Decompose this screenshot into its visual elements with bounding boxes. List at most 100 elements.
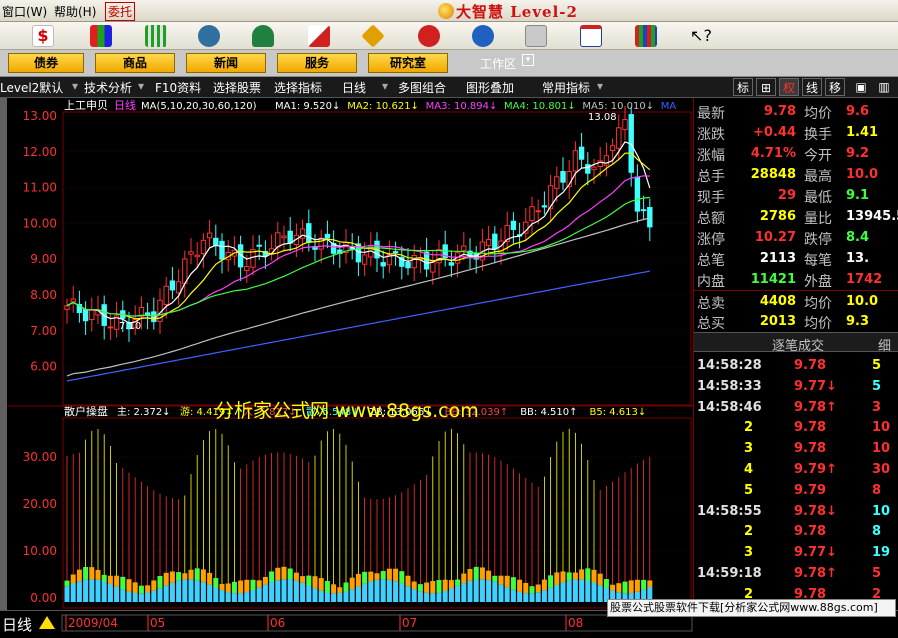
indicator-volume-bar (312, 588, 318, 602)
menu-window[interactable]: 窗口(W) (2, 3, 47, 20)
tick-detail-tab[interactable]: 细 (878, 335, 891, 354)
indicator-overlay-bar (318, 578, 324, 591)
chart-svg: 上工申贝 日线 MA(5,10,20,30,60,120) MA1: 9.520… (7, 98, 693, 609)
kline-chart-area[interactable]: 上工申贝 日线 MA(5,10,20,30,60,120) MA1: 9.520… (7, 98, 693, 610)
tick-row[interactable]: 2 9.78 8 (694, 521, 898, 542)
indicator-overlay-bar (597, 573, 603, 586)
tick-row[interactable]: 14:58:55 9.78↓ 10 (694, 501, 898, 522)
workzone-dropdown-icon[interactable]: ▾ (522, 54, 534, 66)
tick-row[interactable]: 14:58:33 9.77↓ 5 (694, 376, 898, 397)
left-side-tab-strip[interactable] (0, 98, 7, 610)
tab-overlay[interactable]: 图形叠加 (466, 79, 514, 96)
quote-label: 今开 (804, 148, 832, 164)
footer-ad-link[interactable]: 股票公式股票软件下载[分析家公式网www.88gs.com] (607, 599, 896, 617)
indicator-overlay-bar (287, 568, 293, 580)
quote-board-icon[interactable] (90, 25, 112, 47)
indicator-volume-bar (473, 579, 479, 602)
goods-button[interactable]: 商品 (95, 53, 175, 73)
help-pointer-icon[interactable]: ↖? (690, 25, 712, 47)
diamond-icon[interactable] (361, 24, 385, 48)
indicator-volume-bar (188, 579, 194, 602)
indicator-volume-bar (70, 583, 76, 602)
tab-daily[interactable]: 日线 (342, 79, 366, 96)
indicator-overlay-bar (393, 568, 399, 582)
tick-row[interactable]: 3 9.78 10 (694, 438, 898, 459)
document-icon[interactable] (525, 25, 547, 47)
tick-volume: 10 (872, 420, 891, 436)
right-tab-lock-icon[interactable]: ▣ (851, 78, 871, 96)
record-icon[interactable] (418, 25, 440, 47)
bond-button[interactable]: 债券 (8, 53, 84, 73)
indicator-overlay-bar (424, 582, 430, 593)
indicator-tick-label: 10.00 (23, 544, 57, 558)
indicator-overlay-bar (380, 571, 386, 580)
tab-multi-chart[interactable]: 多图组合 (398, 79, 446, 96)
candle-body (485, 239, 492, 246)
tab-f10[interactable]: F10资料 (155, 79, 201, 96)
tick-row[interactable]: 14:58:46 9.78↑ 3 (694, 397, 898, 418)
tick-row[interactable]: 3 9.77↓ 19 (694, 542, 898, 563)
indicator-volume-bar (442, 590, 448, 602)
menu-help[interactable]: 帮助(H) (54, 3, 96, 20)
kline-period: 日线 (114, 98, 136, 112)
bar-chart-icon[interactable] (145, 25, 167, 47)
quote-value: +0.44 (753, 125, 796, 140)
tick-volume: 8 (872, 524, 882, 540)
indicator-volume-bar (293, 580, 299, 602)
quote-value: 1.41 (846, 125, 879, 140)
indicator-overlay-bar (467, 569, 473, 581)
quote-value: 9.1 (846, 188, 870, 203)
dollar-icon[interactable]: $ (32, 25, 54, 47)
tab-level2-default[interactable]: Level2默认 (0, 79, 63, 96)
candle-body (206, 232, 213, 239)
right-tab-mark[interactable]: 标 (733, 78, 753, 96)
indicator-overlay-bar (225, 583, 231, 593)
books-icon[interactable] (635, 25, 657, 47)
workzone-label[interactable]: 工作区 (480, 55, 516, 72)
tick-row[interactable]: 4 9.79↑ 30 (694, 459, 898, 480)
quote-row: 总买 2013 均价 9.3 (694, 311, 898, 332)
indicator-overlay-bar (442, 579, 448, 591)
right-tab-grid[interactable]: ⊞ (756, 78, 776, 96)
quote-label: 内盘 (697, 274, 725, 290)
right-tab-menu-icon[interactable]: ▥ (874, 78, 894, 96)
ie-browser-icon[interactable] (472, 25, 494, 47)
indicator-volume-bar (95, 579, 101, 602)
brand-logo-icon (438, 3, 454, 19)
indicator-volume-bar (318, 590, 324, 602)
indicator-volume-bar (169, 582, 175, 602)
window-icon[interactable] (580, 25, 602, 47)
report-icon[interactable] (308, 25, 330, 47)
indicator-volume-bar (64, 586, 70, 602)
quote-label: 最低 (804, 190, 832, 206)
quote-value: 13. (846, 251, 870, 266)
tick-row[interactable]: 5 9.79 8 (694, 480, 898, 501)
indicator-overlay-bar (281, 566, 287, 580)
right-tab-move[interactable]: 移 (825, 78, 845, 96)
indicator-volume-bar (138, 593, 144, 602)
right-tab-line[interactable]: 线 (802, 78, 822, 96)
tab-technical-analysis[interactable]: 技术分析 (84, 79, 132, 96)
tick-row[interactable]: 14:58:28 9.78 5 (694, 355, 898, 376)
right-tab-rights[interactable]: 权 (779, 78, 799, 96)
binoculars-icon[interactable] (198, 25, 220, 47)
bell-icon[interactable] (252, 25, 274, 47)
tab-common-indicator[interactable]: 常用指标 (542, 79, 590, 96)
indicator-volume-bar (107, 583, 113, 602)
indicator-tick-label: 0.00 (30, 591, 57, 605)
tick-row[interactable]: 14:59:18 9.78↑ 5 (694, 563, 898, 584)
research-button[interactable]: 研究室 (368, 53, 448, 73)
indicator-overlay-bar (219, 583, 225, 591)
tick-row[interactable]: 2 9.78 10 (694, 417, 898, 438)
menu-entrust[interactable]: 委托 (105, 2, 136, 21)
indicator-volume-bar (597, 585, 603, 602)
indicator-overlay-bar (101, 574, 107, 582)
tab-select-stock[interactable]: 选择股票 (213, 79, 261, 96)
news-button[interactable]: 新闻 (186, 53, 266, 73)
candle-body (219, 240, 225, 260)
quote-value: 2013 (759, 314, 796, 329)
indicator-overlay-bar (498, 575, 504, 585)
indicator-volume-bar (579, 579, 585, 602)
service-button[interactable]: 服务 (277, 53, 357, 73)
tab-select-indicator[interactable]: 选择指标 (274, 79, 322, 96)
